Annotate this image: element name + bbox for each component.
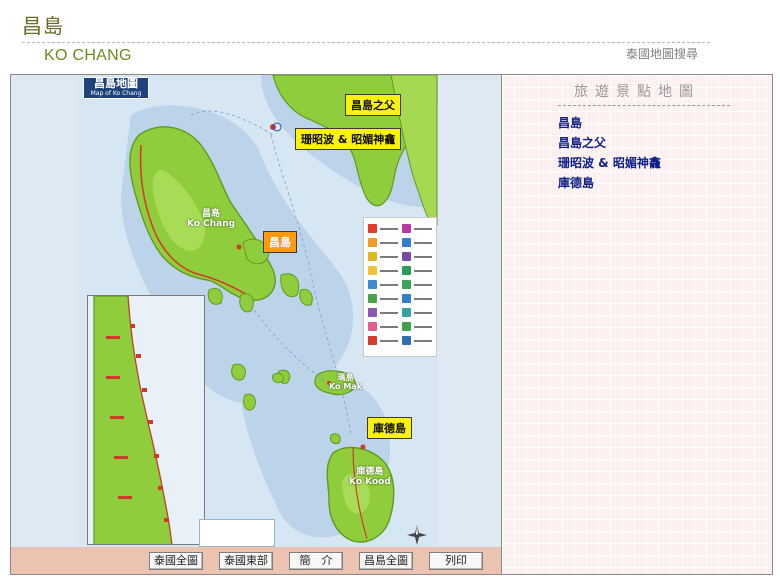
attraction-link-ko-chang[interactable]: 昌島	[558, 113, 661, 133]
introduction-button[interactable]: 簡 介	[289, 552, 343, 570]
page-title: 昌島	[22, 14, 64, 38]
ko-kood-label-en: Ko Kood	[349, 477, 391, 487]
ko-chang-map: 昌島地圖 Map of Ko Chang 昌島 Ko Chang 瑪島 Ko M…	[11, 75, 501, 547]
ko-mak-label-cn: 瑪島	[337, 373, 354, 382]
thailand-full-map-button[interactable]: 泰國全圖	[149, 552, 203, 570]
attractions-heading: 旅遊景點地圖	[574, 84, 700, 100]
map-scale-box	[199, 519, 275, 547]
map-logo-subtitle: Map of Ko Chang	[90, 90, 142, 97]
ko-chang-label: 昌島 Ko Chang	[187, 209, 235, 229]
thailand-map-search-link[interactable]: 泰國地圖搜尋	[626, 45, 698, 62]
ko-kood-label: 庫德島 Ko Kood	[349, 467, 391, 487]
attraction-link-coral-shrine[interactable]: 珊昭波 & 昭媚神龕	[558, 153, 661, 173]
attractions-panel: 旅遊景點地圖 昌島 昌島之父 珊昭波 & 昭媚神龕 庫德島	[501, 74, 773, 575]
map-logo-title: 昌島地圖	[94, 77, 138, 90]
header-divider	[22, 42, 710, 43]
ko-kood-label-cn: 庫德島	[356, 467, 384, 477]
map-logo: 昌島地圖 Map of Ko Chang	[83, 77, 149, 99]
ko-mak-label-en: Ko Mak	[329, 382, 363, 391]
callout-ko-kood[interactable]: 庫德島	[367, 417, 412, 439]
eastern-thailand-button[interactable]: 泰國東部	[219, 552, 273, 570]
attraction-link-father-of-ko-chang[interactable]: 昌島之父	[558, 133, 661, 153]
callout-ko-chang[interactable]: 昌島	[263, 231, 297, 253]
callout-father-of-ko-chang[interactable]: 昌島之父	[345, 94, 401, 116]
map-panel: 昌島地圖 Map of Ko Chang 昌島 Ko Chang 瑪島 Ko M…	[10, 74, 502, 575]
callout-coral-shrine[interactable]: 珊昭波 & 昭媚神龕	[295, 128, 402, 150]
attractions-divider	[558, 105, 730, 106]
inset-map-graphic	[88, 296, 204, 544]
attraction-link-ko-kood[interactable]: 庫德島	[558, 173, 661, 193]
map-nav-bar: 泰國全圖 泰國東部 簡 介 昌島全圖 列印	[11, 547, 501, 574]
ko-chang-label-cn: 昌島	[202, 209, 221, 219]
attractions-list: 昌島 昌島之父 珊昭波 & 昭媚神龕 庫德島	[558, 113, 661, 193]
ko-chang-label-en: Ko Chang	[187, 219, 236, 229]
ko-chang-full-map-button[interactable]: 昌島全圖	[359, 552, 413, 570]
inset-map	[87, 295, 205, 545]
compass-rose-icon	[407, 525, 427, 545]
map-legend	[363, 217, 437, 357]
print-button[interactable]: 列印	[429, 552, 483, 570]
page: 昌島 KO CHANG 泰國地圖搜尋 昌島地圖 Map of Ko Chang …	[0, 0, 780, 585]
page-subtitle: KO CHANG	[44, 47, 132, 64]
ko-mak-label: 瑪島 Ko Mak	[329, 373, 362, 391]
